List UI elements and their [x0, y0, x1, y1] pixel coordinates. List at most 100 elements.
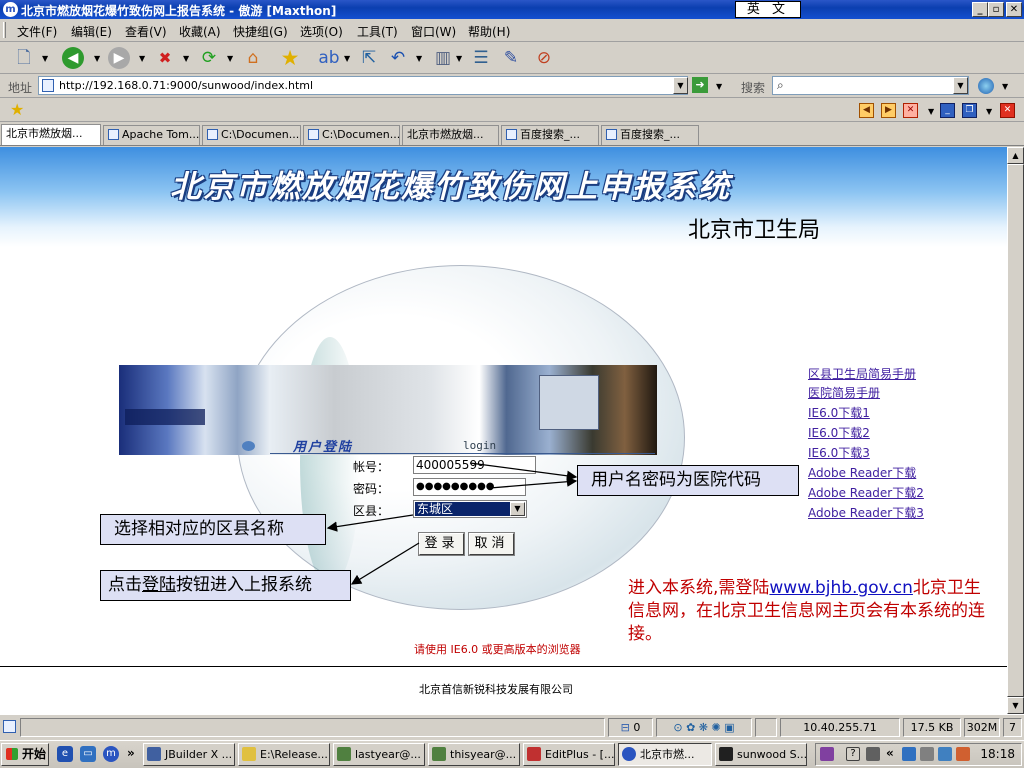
- status-icons-pane[interactable]: ⊙ ✿ ❋ ✺ ▣: [656, 718, 752, 737]
- network-icon[interactable]: [902, 747, 916, 761]
- scroll-down-icon[interactable]: ▼: [1007, 697, 1024, 714]
- task-lastyear[interactable]: lastyear@...: [333, 743, 425, 766]
- chevron-down-icon[interactable]: ▼: [42, 54, 48, 63]
- panel-icon[interactable]: ☰: [469, 46, 493, 70]
- send-icon[interactable]: ⇱: [357, 46, 381, 70]
- quicklaunch-desktop-icon[interactable]: ▭: [80, 746, 96, 762]
- undo-icon[interactable]: ↶: [386, 46, 410, 70]
- menu-view[interactable]: 查看(V): [125, 23, 167, 40]
- tab-prev-icon[interactable]: ◀: [859, 103, 874, 118]
- account-input[interactable]: 400005599: [413, 456, 536, 474]
- tab-item[interactable]: C:\Documen...: [303, 125, 400, 145]
- task-sunwood[interactable]: sunwood S...: [715, 743, 807, 766]
- restore-button[interactable]: ▫: [988, 2, 1004, 17]
- link-hospital-manual[interactable]: 医院简易手册: [808, 384, 880, 401]
- task-explorer[interactable]: E:\Release...: [238, 743, 330, 766]
- favorites-star-icon[interactable]: ★: [278, 46, 302, 70]
- start-button[interactable]: 开始: [1, 743, 49, 766]
- chevron-down-icon[interactable]: ▼: [1002, 82, 1008, 91]
- scroll-up-icon[interactable]: ▲: [1007, 147, 1024, 164]
- restore-icon[interactable]: ❐: [962, 103, 977, 118]
- monitor-icon[interactable]: [938, 747, 952, 761]
- vertical-scrollbar[interactable]: ▲ ▼: [1007, 147, 1024, 714]
- bjhb-link[interactable]: www.bjhb.gov.cn: [769, 578, 913, 598]
- stop-icon[interactable]: ✖: [153, 46, 177, 70]
- chevron-down-icon[interactable]: ▼: [94, 54, 100, 63]
- chevron-down-icon[interactable]: ▼: [986, 107, 992, 116]
- popup-block-pane[interactable]: ⊟ 0: [608, 718, 653, 737]
- tab-item[interactable]: 百度搜索_...: [501, 125, 599, 145]
- search-dropdown-button[interactable]: ▼: [953, 77, 968, 94]
- tray-app-icon[interactable]: [820, 747, 834, 761]
- address-url[interactable]: http://192.168.0.71:9000/sunwood/index.h…: [59, 79, 313, 92]
- close-icon[interactable]: ✕: [1000, 103, 1015, 118]
- task-thisyear[interactable]: thisyear@...: [428, 743, 520, 766]
- ime-indicator[interactable]: 英 文: [735, 1, 801, 18]
- task-jbuilder[interactable]: JBuilder X ...: [143, 743, 235, 766]
- menu-edit[interactable]: 编辑(E): [71, 23, 112, 40]
- link-adobe-download-2[interactable]: Adobe Reader下载2: [808, 484, 924, 501]
- menu-file[interactable]: 文件(F): [17, 23, 57, 40]
- chevron-down-icon[interactable]: ▼: [510, 502, 525, 516]
- menu-window[interactable]: 窗口(W): [411, 23, 456, 40]
- forward-icon[interactable]: ▶: [108, 47, 130, 69]
- quicklaunch-maxthon-icon[interactable]: m: [103, 746, 119, 762]
- quicklaunch-more-icon[interactable]: »: [127, 746, 135, 760]
- search-input[interactable]: ⌕: [772, 76, 969, 95]
- go-icon[interactable]: ➜: [692, 77, 708, 93]
- address-input[interactable]: http://192.168.0.71:9000/sunwood/index.h…: [38, 76, 688, 95]
- link-district-manual[interactable]: 区县卫生局简易手册: [808, 365, 916, 382]
- cancel-button[interactable]: 取消: [468, 532, 515, 556]
- home-icon[interactable]: ⌂: [241, 46, 265, 70]
- task-maxthon[interactable]: 北京市燃...: [618, 743, 712, 766]
- chevron-down-icon[interactable]: ▼: [416, 54, 422, 63]
- menu-groups[interactable]: 快捷组(G): [233, 23, 288, 40]
- login-button[interactable]: 登录: [418, 532, 465, 556]
- clock[interactable]: 18:18: [980, 747, 1015, 761]
- minimize-icon[interactable]: _: [940, 103, 955, 118]
- password-input[interactable]: ●●●●●●●●●: [413, 478, 526, 496]
- tray-tool-icon[interactable]: [866, 747, 880, 761]
- clear-icon[interactable]: ⊘: [532, 46, 556, 70]
- district-value[interactable]: 东城区: [415, 502, 510, 516]
- chevron-down-icon[interactable]: ▼: [183, 54, 189, 63]
- chevron-down-icon[interactable]: ▼: [716, 82, 722, 91]
- security-icon[interactable]: [956, 747, 970, 761]
- tab-item[interactable]: C:\Documen...: [202, 125, 301, 145]
- tray-expand-icon[interactable]: «: [886, 746, 894, 760]
- chevron-down-icon[interactable]: ▼: [344, 54, 350, 63]
- chevron-down-icon[interactable]: ▼: [227, 54, 233, 63]
- minimize-button[interactable]: _: [972, 2, 988, 17]
- link-ie-download-1[interactable]: IE6.0下载1: [808, 404, 870, 421]
- address-dropdown-button[interactable]: ▼: [673, 77, 688, 94]
- back-icon[interactable]: ◀: [62, 47, 84, 69]
- search-engine-icon[interactable]: [978, 78, 994, 94]
- toolbar-grip[interactable]: [3, 22, 6, 38]
- translate-icon[interactable]: ab: [317, 46, 341, 70]
- chevron-down-icon[interactable]: ▼: [139, 54, 145, 63]
- tab-item[interactable]: Apache Tom...: [103, 125, 200, 145]
- close-button[interactable]: ✕: [1006, 2, 1022, 17]
- menu-options[interactable]: 选项(O): [300, 23, 343, 40]
- menu-favorites[interactable]: 收藏(A): [179, 23, 221, 40]
- refresh-icon[interactable]: ⟳: [197, 46, 221, 70]
- columns-icon[interactable]: ▥: [431, 46, 455, 70]
- tab-item[interactable]: 北京市燃放烟...: [1, 124, 101, 145]
- tab-item[interactable]: 北京市燃放烟...: [402, 125, 499, 145]
- volume-icon[interactable]: [920, 747, 934, 761]
- help-icon[interactable]: ?: [846, 747, 860, 761]
- menu-help[interactable]: 帮助(H): [468, 23, 510, 40]
- district-select[interactable]: 东城区 ▼: [413, 500, 527, 518]
- chevron-down-icon[interactable]: ▼: [456, 54, 462, 63]
- quicklaunch-ie-icon[interactable]: e: [57, 746, 73, 762]
- tab-close-icon[interactable]: ✕: [903, 103, 918, 118]
- link-adobe-download-3[interactable]: Adobe Reader下载3: [808, 504, 924, 521]
- chevron-down-icon[interactable]: ▼: [928, 107, 934, 116]
- link-adobe-download-1[interactable]: Adobe Reader下载: [808, 464, 916, 481]
- tab-next-icon[interactable]: ▶: [881, 103, 896, 118]
- tab-item[interactable]: 百度搜索_...: [601, 125, 699, 145]
- favorites-star-icon[interactable]: ★: [10, 100, 24, 119]
- link-ie-download-3[interactable]: IE6.0下载3: [808, 444, 870, 461]
- scroll-thumb[interactable]: [1007, 164, 1024, 697]
- edit-icon[interactable]: ✎: [499, 46, 523, 70]
